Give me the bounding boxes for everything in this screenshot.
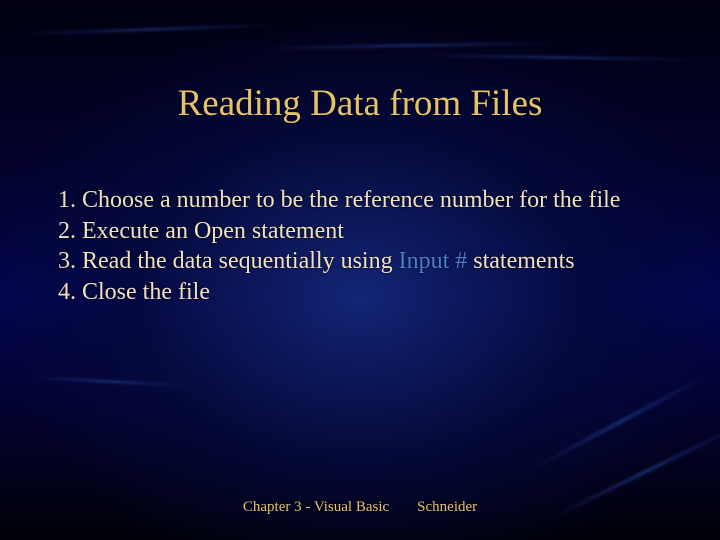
decor-streak	[531, 373, 709, 470]
highlight-text: Input #	[399, 248, 468, 274]
text: 3. Read the data sequentially using	[58, 248, 399, 274]
slide-title: Reading Data from Files	[0, 82, 720, 125]
list-item: 4. Close the file	[58, 277, 668, 308]
slide-body: 1. Choose a number to be the reference n…	[58, 185, 668, 308]
slide-footer: Chapter 3 - Visual Basic Schneider	[0, 499, 720, 516]
footer-left: Chapter 3 - Visual Basic	[243, 499, 389, 515]
decor-streak	[260, 41, 560, 49]
decor-streak	[420, 54, 700, 62]
list-item: 2. Execute an Open statement	[58, 216, 668, 247]
decor-streak	[30, 376, 190, 387]
footer-right: Schneider	[417, 499, 477, 515]
text: statements	[467, 248, 574, 274]
list-item: 1. Choose a number to be the reference n…	[58, 185, 668, 216]
list-item: 3. Read the data sequentially using Inpu…	[58, 246, 668, 277]
slide: Reading Data from Files 1. Choose a numb…	[0, 0, 720, 540]
decor-streak	[20, 23, 280, 35]
